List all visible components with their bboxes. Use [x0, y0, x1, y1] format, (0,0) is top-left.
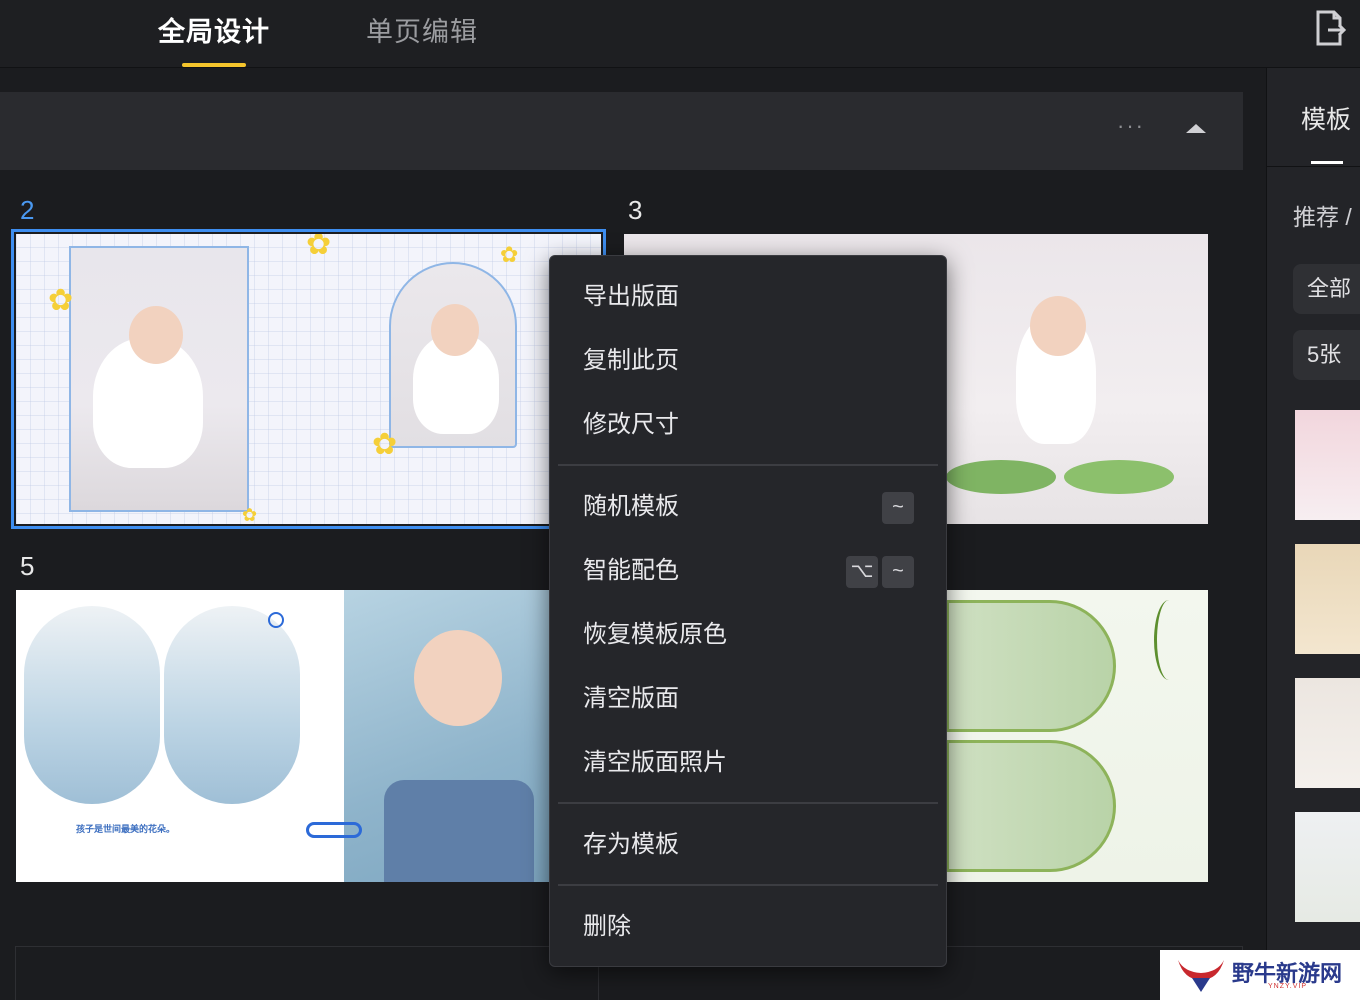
child-jeans	[384, 780, 534, 882]
spread-thumbnail-6[interactable]	[946, 590, 1208, 882]
photo-frame	[164, 606, 300, 804]
template-thumbnail[interactable]	[1295, 410, 1360, 520]
page-number-3: 3	[628, 195, 643, 225]
menu-export-layout[interactable]: 导出版面	[550, 269, 946, 325]
baby-face	[1030, 296, 1086, 356]
baby-face	[129, 306, 183, 364]
active-tab-indicator	[182, 63, 246, 67]
menu-save-as-template[interactable]: 存为模板	[550, 817, 946, 873]
collapse-arrow-icon[interactable]	[1186, 124, 1206, 133]
flower-decoration-icon: ✿	[372, 428, 398, 461]
menu-separator	[558, 802, 938, 804]
menu-clear-layout-photos[interactable]: 清空版面照片	[550, 735, 946, 791]
baby-face	[431, 304, 479, 356]
photo-frame	[946, 600, 1116, 732]
flower-decoration-icon: ✿	[242, 505, 258, 524]
tab-global-design[interactable]: 全局设计	[158, 10, 270, 50]
breadcrumb[interactable]: 推荐 /	[1293, 198, 1352, 232]
menu-separator	[558, 884, 938, 886]
vegetables	[1064, 460, 1174, 494]
divider	[1267, 166, 1360, 167]
vine-decoration	[1154, 600, 1184, 680]
photo-frame	[344, 590, 550, 882]
template-thumbnail[interactable]	[1295, 812, 1360, 922]
section-header-bar: ···	[0, 92, 1243, 170]
menu-item-label: 智能配色	[583, 557, 679, 584]
spread-caption: 孩子是世间最美的花朵。	[76, 824, 176, 834]
menu-restore-template-color[interactable]: 恢复模板原色	[550, 607, 946, 663]
shortcut-key: ~	[882, 492, 914, 524]
template-thumbnail[interactable]	[1295, 544, 1360, 654]
photo-frame	[946, 740, 1116, 872]
spread-thumbnail-2[interactable]: ✿ ✿ ✿ ✿ ✿	[11, 229, 606, 529]
child-face	[414, 630, 502, 726]
filter-5-photos-button[interactable]: 5张	[1293, 330, 1360, 380]
menu-clear-layout[interactable]: 清空版面	[550, 671, 946, 727]
panel-title[interactable]: 模板	[1301, 100, 1351, 136]
photo-frame	[69, 246, 249, 512]
vegetables	[946, 460, 1056, 494]
export-page-icon[interactable]	[1310, 8, 1350, 48]
spread-thumbnail-5[interactable]: 孩子是世间最美的花朵。	[16, 590, 550, 882]
context-menu: 导出版面 复制此页 修改尺寸 随机模板 ~ 智能配色 ⌥ ~ 恢复模板原色 清空…	[549, 255, 947, 967]
watermark-logo: 野牛新游网 YNZY.VIP	[1160, 950, 1360, 1000]
filter-all-button[interactable]: 全部	[1293, 264, 1360, 314]
photo-frame	[389, 262, 517, 448]
flower-decoration-icon: ✿	[306, 234, 332, 261]
template-panel: 模板 推荐 / 全部 5张	[1266, 68, 1360, 1000]
flower-decoration-icon: ✿	[500, 242, 519, 267]
menu-separator	[558, 464, 938, 466]
menu-item-label: 随机模板	[583, 493, 679, 520]
page-number-2: 2	[20, 195, 35, 225]
more-options-icon[interactable]: ···	[1117, 115, 1149, 137]
shortcut-key: ⌥	[846, 556, 878, 588]
page-number-5: 5	[20, 551, 35, 581]
flower-decoration-icon: ✿	[48, 284, 74, 317]
shortcut-key: ~	[882, 556, 914, 588]
menu-smart-color[interactable]: 智能配色 ⌥ ~	[550, 543, 946, 599]
chain-decoration-icon	[306, 822, 362, 838]
photo-frame	[24, 606, 160, 804]
menu-resize[interactable]: 修改尺寸	[550, 397, 946, 453]
watermark-subtext: YNZY.VIP	[1268, 983, 1307, 990]
menu-random-template[interactable]: 随机模板 ~	[550, 479, 946, 535]
circle-decoration-icon	[268, 612, 284, 628]
panel-title-indicator	[1311, 161, 1343, 164]
template-thumbnail[interactable]	[1295, 678, 1360, 788]
menu-duplicate-page[interactable]: 复制此页	[550, 333, 946, 389]
menu-delete[interactable]: 删除	[550, 899, 946, 955]
tab-single-page-edit[interactable]: 单页编辑	[366, 10, 478, 50]
bull-logo-icon	[1178, 960, 1224, 992]
top-bar: 全局设计 单页编辑	[0, 0, 1360, 68]
